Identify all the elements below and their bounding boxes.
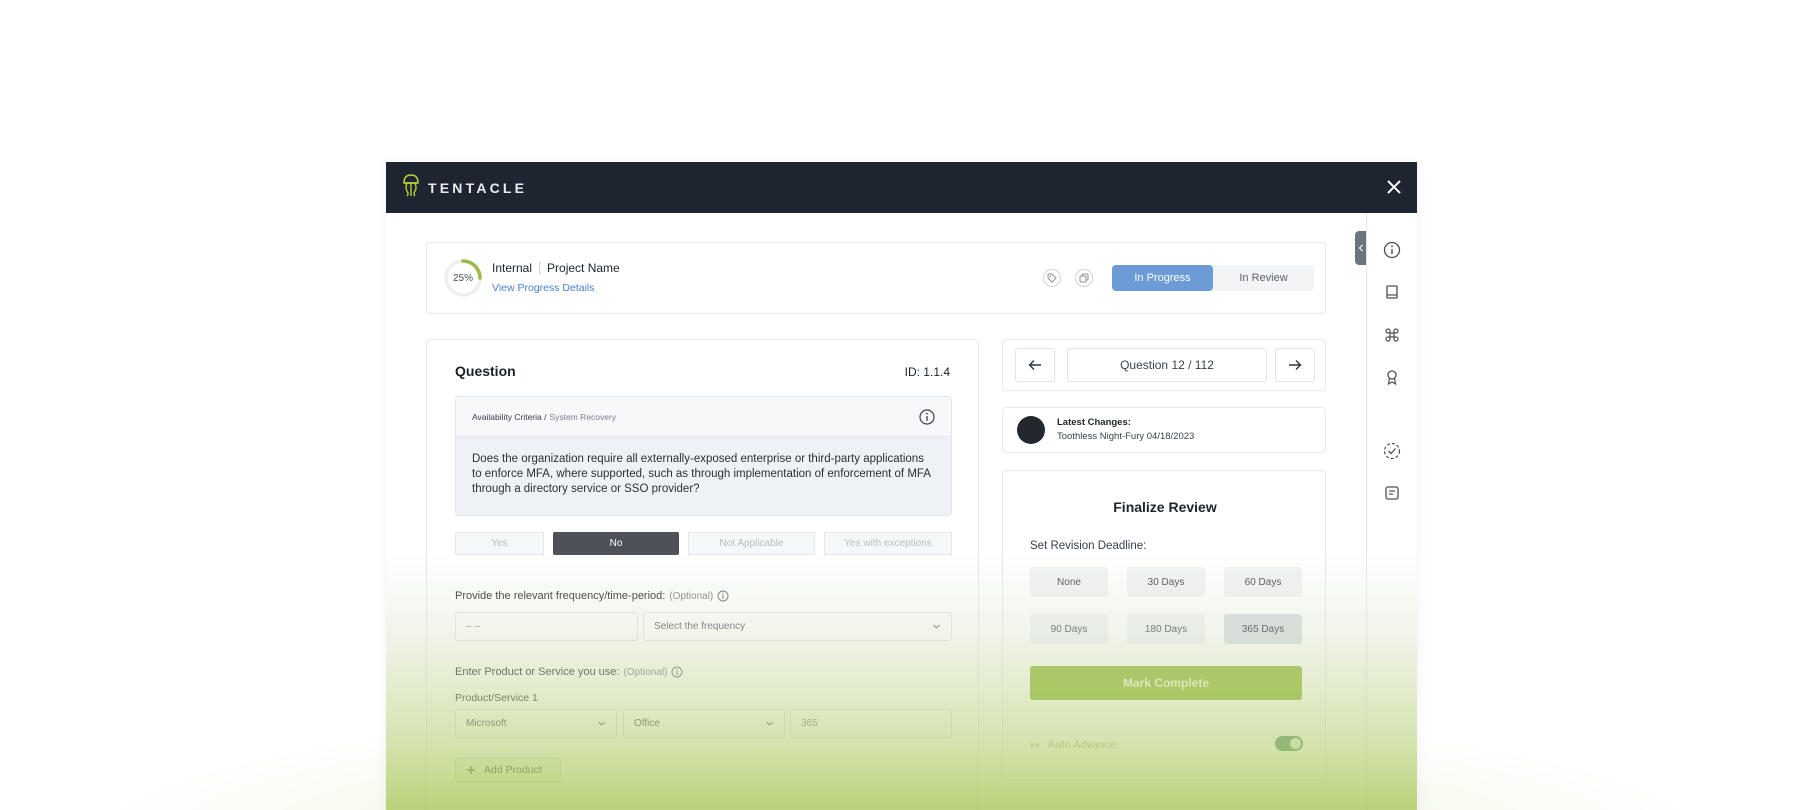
deadline-365-days-button[interactable]: 365 Days bbox=[1224, 614, 1302, 644]
deadline-90-days-button[interactable]: 90 Days bbox=[1030, 614, 1108, 644]
finalize-title: Finalize Review bbox=[1113, 499, 1217, 515]
frequency-select-value: Select the frequency bbox=[654, 621, 746, 632]
question-card: Question ID: 1.1.4 Availability Criteria… bbox=[426, 339, 979, 810]
project-name: Project Name bbox=[547, 261, 620, 275]
next-question-button[interactable] bbox=[1275, 348, 1315, 382]
deadline-label: Set Revision Deadline: bbox=[1030, 540, 1147, 552]
frequency-label-row: Provide the relevant frequency/time-peri… bbox=[455, 590, 729, 602]
chevron-down-icon bbox=[766, 721, 773, 726]
answer-yes-button[interactable]: Yes bbox=[455, 532, 544, 555]
product-item-label: Product/Service 1 bbox=[455, 692, 538, 704]
copy-icon[interactable] bbox=[1075, 269, 1093, 287]
chevron-down-icon bbox=[598, 721, 605, 726]
answer-not-applicable-button[interactable]: Not Applicable bbox=[688, 532, 815, 555]
toggle-knob bbox=[1290, 738, 1301, 749]
status-toggle: In Progress In Review bbox=[1112, 265, 1314, 291]
brand-name: TENTACLE bbox=[428, 179, 528, 196]
question-box: Availability Criteria / System Recovery … bbox=[455, 396, 952, 516]
optional-tag: (Optional) bbox=[669, 590, 714, 602]
arrow-right-icon bbox=[1289, 360, 1302, 370]
progress-percent: 25% bbox=[452, 272, 473, 284]
status-in-progress-button[interactable]: In Progress bbox=[1112, 265, 1213, 291]
arrow-left-icon bbox=[1028, 360, 1041, 370]
auto-advance-toggle[interactable] bbox=[1275, 736, 1303, 751]
top-bar: TENTACLE bbox=[386, 162, 1417, 213]
add-product-button[interactable]: Add Product bbox=[455, 758, 561, 782]
command-icon[interactable] bbox=[1382, 325, 1402, 345]
modal-body: 25% Internal Project Name View Progress … bbox=[386, 213, 1417, 810]
deadline-30-days-button[interactable]: 30 Days bbox=[1127, 567, 1205, 597]
jellyfish-logo-icon bbox=[402, 173, 420, 202]
info-icon[interactable] bbox=[919, 409, 935, 430]
book-icon[interactable] bbox=[1382, 282, 1402, 302]
auto-advance-row: Auto Advance bbox=[1030, 739, 1116, 751]
review-modal: TENTACLE 25% Internal Project Name View … bbox=[386, 162, 1417, 810]
product-label-row: Enter Product or Service you use: (Optio… bbox=[455, 666, 683, 678]
deadline-none-button[interactable]: None bbox=[1030, 567, 1108, 597]
frequency-label: Provide the relevant frequency/time-peri… bbox=[455, 590, 666, 602]
project-header-card: 25% Internal Project Name View Progress … bbox=[426, 242, 1326, 314]
question-text: Does the organization require all extern… bbox=[456, 437, 951, 515]
chevron-left-icon bbox=[1358, 244, 1363, 252]
version-input[interactable]: 365 bbox=[790, 709, 952, 738]
deadline-60-days-button[interactable]: 60 Days bbox=[1224, 567, 1302, 597]
tag-icon[interactable] bbox=[1043, 269, 1061, 287]
frequency-select[interactable]: Select the frequency bbox=[643, 612, 952, 641]
product-label: Enter Product or Service you use: bbox=[455, 666, 620, 678]
question-navigation: Question 12 / 112 bbox=[1002, 339, 1326, 391]
info-icon[interactable] bbox=[717, 590, 729, 602]
plus-icon bbox=[467, 766, 475, 774]
check-circle-icon[interactable] bbox=[1382, 441, 1402, 461]
avatar bbox=[1017, 416, 1045, 444]
auto-advance-label: Auto Advance bbox=[1048, 739, 1116, 751]
chevron-down-icon bbox=[933, 624, 940, 629]
subcategory-label: System Recovery bbox=[549, 411, 617, 422]
add-product-label: Add Product bbox=[484, 764, 542, 776]
question-counter: Question 12 / 112 bbox=[1067, 348, 1267, 382]
right-rail bbox=[1366, 213, 1417, 810]
info-icon[interactable] bbox=[671, 666, 683, 678]
category-label: Availability Criteria / bbox=[472, 411, 547, 422]
info-icon[interactable] bbox=[1382, 240, 1402, 260]
project-title: Internal Project Name bbox=[492, 261, 620, 275]
close-icon[interactable] bbox=[1387, 178, 1401, 198]
latest-changes-detail: Toothless Night-Fury 04/18/2023 bbox=[1057, 431, 1195, 442]
main-content: 25% Internal Project Name View Progress … bbox=[386, 213, 1366, 810]
award-icon[interactable] bbox=[1382, 367, 1402, 387]
latest-changes-title: Latest Changes: bbox=[1057, 417, 1131, 428]
deadline-180-days-button[interactable]: 180 Days bbox=[1127, 614, 1205, 644]
divider bbox=[539, 262, 541, 274]
vendor-value: Microsoft bbox=[466, 718, 507, 729]
answer-options: Yes No Not Applicable Yes with exception… bbox=[455, 532, 952, 555]
question-id: ID: 1.1.4 bbox=[904, 365, 950, 379]
status-in-review-button[interactable]: In Review bbox=[1213, 265, 1314, 291]
period-input[interactable]: – – bbox=[455, 612, 638, 641]
project-type: Internal bbox=[492, 261, 533, 275]
fast-forward-icon bbox=[1031, 742, 1040, 748]
latest-changes-card: Latest Changes: Toothless Night-Fury 04/… bbox=[1002, 407, 1326, 453]
vendor-select[interactable]: Microsoft bbox=[455, 709, 617, 738]
brand: TENTACLE bbox=[402, 173, 527, 202]
previous-question-button[interactable] bbox=[1015, 348, 1055, 382]
answer-no-button[interactable]: No bbox=[553, 532, 679, 555]
view-progress-link[interactable]: View Progress Details bbox=[492, 282, 595, 294]
optional-tag: (Optional) bbox=[623, 666, 668, 678]
breadcrumb: Availability Criteria / System Recovery bbox=[456, 397, 951, 437]
product-select[interactable]: Office bbox=[623, 709, 785, 738]
answer-yes-with-exceptions-button[interactable]: Yes with exceptions bbox=[824, 532, 952, 555]
question-heading: Question bbox=[455, 363, 516, 379]
finalize-review-card: Finalize Review Set Revision Deadline: N… bbox=[1002, 470, 1326, 780]
product-value: Office bbox=[634, 718, 660, 729]
mark-complete-button[interactable]: Mark Complete bbox=[1030, 666, 1302, 700]
notes-icon[interactable] bbox=[1382, 483, 1402, 503]
